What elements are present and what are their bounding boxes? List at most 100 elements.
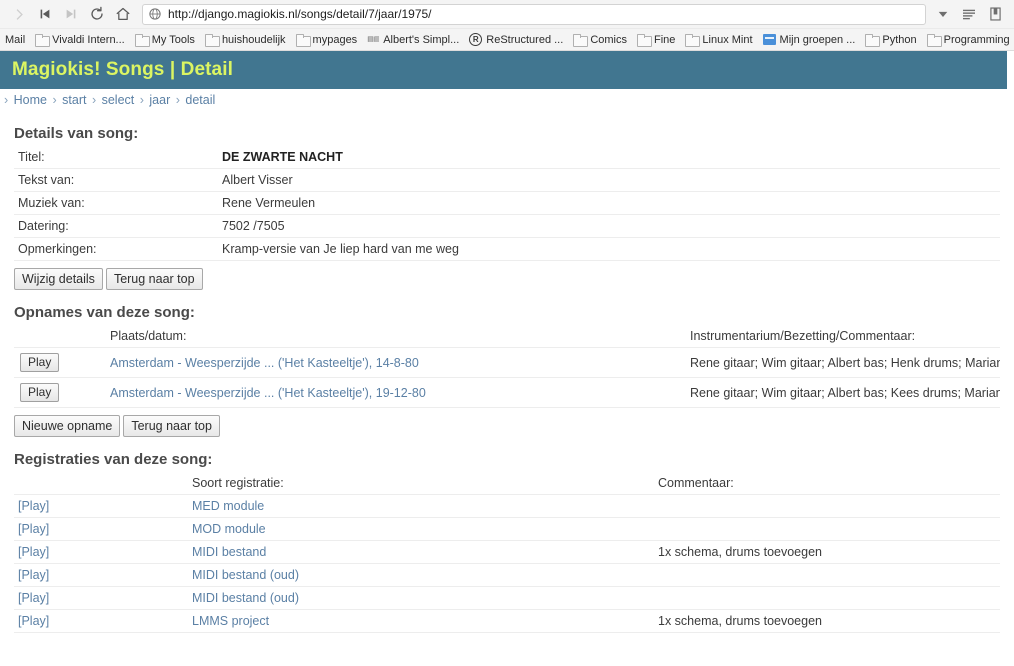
registratie-link[interactable]: MOD module [192,522,266,536]
bookmark-item[interactable]: Mijn groepen ... [758,29,861,50]
detail-label: Muziek van: [14,191,218,215]
forward-icon[interactable] [58,2,84,26]
reg-col-soort: Soort registratie: [188,472,654,495]
opname-instrumentarium-cell: Rene gitaar; Wim gitaar; Albert bas; Kee… [686,377,1000,408]
detail-label: Tekst van: [14,168,218,192]
bookmark-label: Albert's Simpl... [383,33,460,46]
registratie-link[interactable]: MIDI bestand (oud) [192,568,299,582]
bookmark-item[interactable]: Programming [922,29,1014,50]
bookmark-item[interactable]: Fine [632,29,680,50]
reg-commentaar-cell: 1x schema, drums toevoegen [654,540,1000,564]
reload-icon[interactable] [84,2,110,26]
play-link[interactable]: [Play] [18,522,49,536]
bookmark-label: Python [882,33,917,46]
registratie-link[interactable]: MIDI bestand (oud) [192,591,299,605]
reg-play-cell: [Play] [14,494,188,518]
registratie-link[interactable]: MIDI bestand [192,545,266,559]
table-header-row: Soort registratie: Commentaar: [14,472,1000,495]
bookmark-item[interactable]: My Tools [130,29,200,50]
table-row: [Play] MIDI bestand 1x schema, drums toe… [14,540,1000,564]
bookmark-item[interactable]: mypages [291,29,363,50]
detail-value: 7502 /7505 [218,214,1000,238]
bookmark-item[interactable]: ▤▤ Albert's Simpl... [362,29,464,50]
reg-play-cell: [Play] [14,609,188,633]
bookmark-icon[interactable] [982,2,1008,26]
play-button[interactable]: Play [20,383,60,402]
registratie-link[interactable]: MED module [192,499,264,513]
reader-view-icon[interactable] [956,2,982,26]
address-bar[interactable]: http://django.magiokis.nl/songs/detail/7… [142,3,926,25]
play-button[interactable]: Play [20,353,60,372]
terug-naar-top-button[interactable]: Terug naar top [105,268,203,290]
opname-link[interactable]: Amsterdam - Weesperzijde ... ('Het Kaste… [110,386,426,400]
reg-soort-cell: LMMS project [188,609,654,633]
opname-play-cell: Play [14,347,106,378]
breadcrumb-separator: › [175,93,180,107]
bookmark-label: Mijn groepen ... [779,33,856,46]
play-link[interactable]: [Play] [18,499,49,513]
panel-toggle-icon[interactable] [6,2,32,26]
bookmark-item[interactable]: R ReStructured ... [464,29,568,50]
page-viewport: Magiokis! Songs | Detail › Home › start … [0,51,1014,666]
table-row: Play Amsterdam - Weesperzijde ... ('Het … [14,377,1000,408]
breadcrumb-separator: › [139,93,144,107]
folder-icon [573,34,589,47]
reg-play-cell: [Play] [14,563,188,587]
breadcrumb-item-select[interactable]: select [102,93,135,107]
reg-soort-cell: MIDI bestand (oud) [188,563,654,587]
bookmark-item[interactable]: Python [860,29,921,50]
play-link[interactable]: [Play] [18,545,49,559]
browser-toolbar: http://django.magiokis.nl/songs/detail/7… [0,0,1014,28]
folder-icon [204,34,220,47]
url-text: http://django.magiokis.nl/songs/detail/7… [168,7,432,21]
detail-value: Albert Visser [218,168,1000,192]
bookmark-label: My Tools [151,33,195,46]
registratie-link[interactable]: LMMS project [192,614,269,628]
play-link[interactable]: [Play] [18,591,49,605]
table-row: Play Amsterdam - Weesperzijde ... ('Het … [14,347,1000,378]
nieuwe-opname-button[interactable]: Nieuwe opname [14,415,121,437]
folder-icon [134,34,150,47]
play-link[interactable]: [Play] [18,568,49,582]
reg-col-blank [14,472,188,495]
opnames-col-plaats-datum: Plaats/datum: [106,325,686,348]
breadcrumb-item-jaar[interactable]: jaar [149,93,170,107]
opname-link[interactable]: Amsterdam - Weesperzijde ... ('Het Kaste… [110,356,419,370]
wijzig-details-button[interactable]: Wijzig details [14,268,103,290]
table-row: Tekst van: Albert Visser [14,168,1000,192]
bookmark-item[interactable]: Mail [0,29,30,50]
folder-icon [865,34,881,47]
bookmark-item[interactable]: huishoudelijk [200,29,291,50]
reg-play-cell: [Play] [14,517,188,541]
breadcrumb-item-detail[interactable]: detail [185,93,215,107]
folder-icon [926,34,942,47]
opnames-heading: Opnames van deze song: [14,304,195,321]
registraties-table: Soort registratie: Commentaar: [Play] ME… [14,472,1000,633]
detail-label: Titel: [14,146,218,169]
page-scrollbar[interactable] [1007,51,1014,666]
table-header-row: Plaats/datum: Instrumentarium/Bezetting/… [14,325,1000,348]
downloads-icon[interactable] [930,2,956,26]
bookmark-label: Comics [590,33,627,46]
opname-plaats-datum-cell: Amsterdam - Weesperzijde ... ('Het Kaste… [106,377,686,408]
opnames-col-instrumentarium: Instrumentarium/Bezetting/Commentaar: [686,325,1000,348]
terug-naar-top-button-2[interactable]: Terug naar top [123,415,220,437]
bookmark-item[interactable]: Comics [568,29,632,50]
table-row: [Play] LMMS project 1x schema, drums toe… [14,609,1000,633]
table-row: [Play] MIDI bestand (oud) [14,586,1000,610]
breadcrumb-item-start[interactable]: start [62,93,86,107]
home-icon[interactable] [110,2,136,26]
table-row: Datering: 7502 /7505 [14,214,1000,238]
opnames-col-blank [14,325,106,348]
details-button-row: Wijzig details Terug naar top [14,268,1000,290]
bookmark-label: Linux Mint [702,33,753,46]
blue-page-icon [762,34,776,45]
breadcrumb-item-home[interactable]: Home [14,93,47,107]
folder-icon [685,34,701,47]
bookmark-item[interactable]: Vivaldi Intern... [30,29,130,50]
back-icon[interactable] [32,2,58,26]
bookmark-item[interactable]: Linux Mint [680,29,757,50]
reg-commentaar-cell [654,563,1000,587]
play-link[interactable]: [Play] [18,614,49,628]
opname-play-cell: Play [14,377,106,408]
